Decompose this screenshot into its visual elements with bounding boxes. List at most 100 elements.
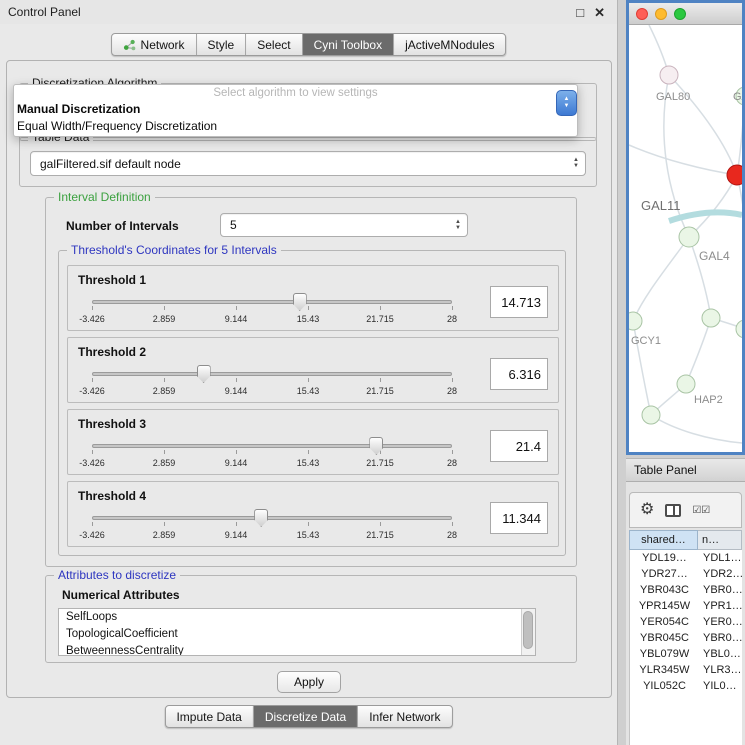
table-row[interactable]: YPR145WYPR1… [630,598,742,614]
tab-label: Infer Network [369,710,440,724]
threshold-value-field[interactable]: 6.316 [490,358,548,390]
threshold-value-field[interactable]: 14.713 [490,286,548,318]
threshold-slider[interactable] [92,293,452,312]
close-traffic-light-icon[interactable] [636,8,648,20]
tab-network[interactable]: Network [112,34,196,55]
tab-cyni-toolbox[interactable]: Cyni Toolbox [302,34,393,55]
network-view-window: GAL80GAGAL11GAL4GCY1HAP2 [626,0,745,455]
slider-tick [236,450,237,454]
tab-discretize-data[interactable]: Discretize Data [253,706,357,727]
table-row[interactable]: YBR043CYBR0… [630,582,742,598]
column-header[interactable]: shared… [629,530,698,550]
network-node[interactable] [642,406,660,424]
table-row[interactable]: YBR045CYBR0… [630,630,742,646]
cell-shared-name: YPR145W [630,600,699,612]
network-node[interactable] [629,312,642,330]
select-columns-checkboxes-icon[interactable]: ☑☑ [692,505,710,516]
slider-tick-label: 15.43 [297,530,320,540]
network-node[interactable] [727,165,742,185]
slider-thumb[interactable] [293,293,307,311]
algorithm-combo-stepper-icon[interactable]: ▲▼ [556,90,577,116]
tab-impute-data[interactable]: Impute Data [165,706,252,727]
cell-name: YBR0… [699,584,742,596]
settings-gear-icon[interactable]: ⚙ [640,502,654,518]
table-row[interactable]: YIL052CYIL0… [630,678,742,694]
slider-track [92,372,452,376]
slider-thumb[interactable] [254,509,268,527]
zoom-traffic-light-icon[interactable] [674,8,686,20]
slider-track [92,444,452,448]
threshold-slider[interactable] [92,437,452,456]
window-title: Control Panel [8,5,81,19]
tab-style[interactable]: Style [196,34,246,55]
slider-tick [308,450,309,454]
tab-select[interactable]: Select [245,34,301,55]
numerical-attributes-list[interactable]: SelfLoopsTopologicalCoefficientBetweenne… [58,608,536,656]
table-row[interactable]: YBL079WYBL0… [630,646,742,662]
network-node[interactable] [736,320,742,338]
interval-definition-group: Interval Definition Number of Intervals … [45,197,577,567]
slider-tick [236,522,237,526]
table-row[interactable]: YDL19…YDL1… [630,550,742,566]
tab-jactivemnodules[interactable]: jActiveMNodules [393,34,505,55]
threshold-value-field[interactable]: 11.344 [490,502,548,534]
attributes-scrollbar[interactable] [521,609,535,655]
tab-infer-network[interactable]: Infer Network [357,706,451,727]
column-header[interactable]: n… [698,530,742,550]
combo-stepper-icon[interactable]: ▲▼ [449,220,467,231]
number-of-intervals-combobox[interactable]: 5 ▲▼ [220,213,468,237]
scrollbar-thumb[interactable] [523,611,533,649]
network-node[interactable] [679,227,699,247]
network-node[interactable] [660,66,678,84]
threshold-slider[interactable] [92,509,452,528]
algorithm-option[interactable]: Equal Width/Frequency Discretization [14,118,577,135]
tab-label: jActiveMNodules [405,38,494,52]
attribute-list-item[interactable]: SelfLoops [59,609,535,626]
algorithm-options-list: Manual DiscretizationEqual Width/Frequen… [14,101,577,135]
control-panel-titlebar: Control Panel □ ✕ [0,0,617,24]
attribute-list-item[interactable]: BetweennessCentrality [59,643,535,656]
table-row[interactable]: YLR345WYLR3… [630,662,742,678]
slider-tick [452,306,453,310]
table-row[interactable]: YDR27…YDR2… [630,566,742,582]
slider-tick-labels: -3.4262.8599.14415.4321.71528 [92,530,452,541]
threshold-slider[interactable] [92,365,452,384]
slider-tick-label: 21.715 [366,458,394,468]
slider-tick [308,378,309,382]
threshold-box: Threshold 4-3.4262.8599.14415.4321.71528… [67,481,559,547]
minimize-traffic-light-icon[interactable] [655,8,667,20]
slider-tick [92,306,93,310]
slider-thumb[interactable] [369,437,383,455]
float-window-icon[interactable]: □ [576,6,584,19]
cell-shared-name: YLR345W [630,664,699,676]
slider-tick-label: 2.859 [153,386,176,396]
network-node[interactable] [702,309,720,327]
slider-thumb[interactable] [197,365,211,383]
number-of-intervals-value: 5 [221,218,449,232]
network-edge [633,237,689,321]
network-edge [737,96,742,175]
combo-stepper-icon[interactable]: ▲▼ [567,158,585,169]
algorithm-option[interactable]: Manual Discretization [14,101,577,118]
network-edge [689,175,737,237]
network-canvas[interactable]: GAL80GAGAL11GAL4GCY1HAP2 [629,25,742,452]
table-panel-title: Table Panel [634,463,697,477]
threshold-label: Threshold 3 [78,417,146,431]
slider-tick [92,378,93,382]
slider-tick [308,306,309,310]
columns-icon[interactable] [665,504,681,517]
table-panel-header[interactable]: Table Panel [626,458,745,482]
table-row[interactable]: YER054CYER0… [630,614,742,630]
attributes-to-discretize-group: Attributes to discretize Numerical Attri… [45,575,577,663]
table-data-combobox[interactable]: galFiltered.sif default node ▲▼ [30,151,586,176]
bottom-tab-bar: Impute DataDiscretize Data Infer Network [164,705,452,728]
cell-name: YDL1… [699,552,742,564]
threshold-value-field[interactable]: 21.4 [490,430,548,462]
slider-tick [380,306,381,310]
attribute-list-item[interactable]: TopologicalCoefficient [59,626,535,643]
network-node[interactable] [677,375,695,393]
slider-tick-label: 28 [447,458,457,468]
apply-button[interactable]: Apply [277,671,341,693]
table-header-row: shared…n… [629,530,742,550]
close-window-icon[interactable]: ✕ [594,6,605,19]
